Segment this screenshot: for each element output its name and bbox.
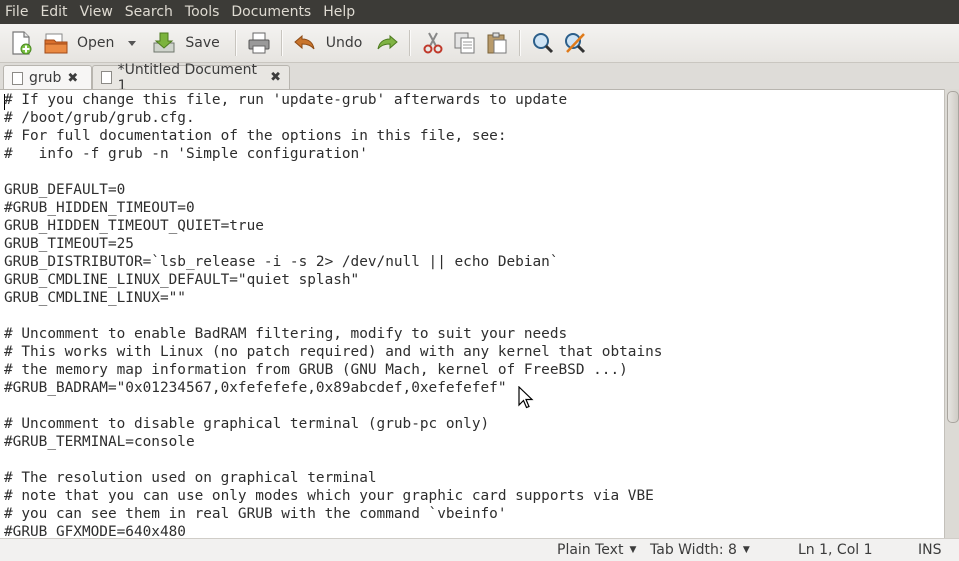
search-icon bbox=[533, 33, 554, 54]
editor-line: GRUB_CMDLINE_LINUX_DEFAULT="quiet splash… bbox=[4, 272, 360, 288]
menu-help[interactable]: Help bbox=[317, 0, 361, 24]
vertical-scrollbar[interactable] bbox=[944, 89, 959, 538]
editor-line: # you can see them in real GRUB with the… bbox=[4, 506, 507, 522]
scissors-icon bbox=[423, 32, 443, 54]
editor-line: # For full documentation of the options … bbox=[4, 128, 507, 144]
editor-line: # info -f grub -n 'Simple configuration' bbox=[4, 146, 368, 162]
tab-untitled-document-1[interactable]: *Untitled Document 1 ✖ bbox=[92, 62, 290, 94]
insert-mode-label: INS bbox=[918, 542, 942, 558]
close-icon[interactable]: ✖ bbox=[67, 71, 78, 86]
toolbar-separator bbox=[234, 30, 237, 56]
copy-icon bbox=[454, 32, 475, 54]
editor-line: GRUB_DISTRIBUTOR=`lsb_release -i -s 2> /… bbox=[4, 254, 559, 270]
document-icon bbox=[101, 71, 112, 84]
search-replace-button[interactable] bbox=[559, 27, 591, 59]
tab-width-selector[interactable]: Tab Width: 8 ▼ bbox=[650, 539, 750, 561]
new-document-icon bbox=[12, 31, 32, 55]
toolbar-separator bbox=[519, 30, 522, 56]
toolbar: Open Save Undo bbox=[0, 24, 959, 63]
editor-line: # The resolution used on graphical termi… bbox=[4, 470, 377, 486]
menu-edit[interactable]: Edit bbox=[34, 0, 73, 24]
document-tabs: grub ✖ *Untitled Document 1 ✖ bbox=[0, 62, 959, 94]
copy-button[interactable] bbox=[449, 27, 481, 59]
language-label: Plain Text bbox=[557, 542, 624, 558]
close-icon[interactable]: ✖ bbox=[270, 70, 281, 85]
open-button[interactable]: Open bbox=[40, 27, 117, 59]
editor-line: # This works with Linux (no patch requir… bbox=[4, 344, 663, 360]
document-icon bbox=[12, 71, 23, 85]
cursor-position: Ln 1, Col 1 bbox=[798, 539, 873, 561]
editor-line: #GRUB_HIDDEN_TIMEOUT=0 bbox=[4, 200, 195, 216]
editor-line: #GRUB_BADRAM="0x01234567,0xfefefefe,0x89… bbox=[4, 380, 507, 396]
editor-line: # Uncomment to disable graphical termina… bbox=[4, 416, 490, 432]
insert-mode: INS bbox=[918, 539, 942, 561]
tab-label: grub bbox=[29, 70, 62, 86]
save-button[interactable]: Save bbox=[148, 27, 222, 59]
menu-tools[interactable]: Tools bbox=[179, 0, 226, 24]
recent-files-dropdown[interactable] bbox=[117, 27, 140, 59]
editor-line: #GRUB_TERMINAL=console bbox=[4, 434, 195, 450]
search-button[interactable] bbox=[527, 27, 559, 59]
editor-line: # note that you can use only modes which… bbox=[4, 488, 654, 504]
save-icon bbox=[153, 32, 175, 53]
redo-icon bbox=[377, 34, 399, 50]
editor-line: #GRUB_GFXMODE=640x480 bbox=[4, 524, 186, 539]
toolbar-separator bbox=[409, 30, 412, 56]
cursor-position-label: Ln 1, Col 1 bbox=[798, 542, 873, 558]
printer-icon bbox=[248, 32, 270, 54]
open-label: Open bbox=[77, 35, 115, 51]
menu-view[interactable]: View bbox=[74, 0, 119, 24]
editor-line: # the memory map information from GRUB (… bbox=[4, 362, 628, 378]
save-label: Save bbox=[185, 35, 220, 51]
editor-line: # /boot/grub/grub.cfg. bbox=[4, 110, 195, 126]
chevron-down-icon bbox=[128, 41, 137, 46]
menu-documents[interactable]: Documents bbox=[225, 0, 317, 24]
editor-line: # Uncomment to enable BadRAM filtering, … bbox=[4, 326, 568, 342]
mouse-pointer-icon bbox=[518, 386, 534, 409]
editor-line: GRUB_CMDLINE_LINUX="" bbox=[4, 290, 186, 306]
editor-line: GRUB_DEFAULT=0 bbox=[4, 182, 126, 198]
redo-button[interactable] bbox=[371, 27, 403, 59]
paste-button[interactable] bbox=[481, 27, 513, 59]
text-editor[interactable]: # If you change this file, run 'update-g… bbox=[0, 89, 944, 539]
search-replace-icon bbox=[565, 33, 586, 54]
status-bar: Plain Text ▼ Tab Width: 8 ▼ Ln 1, Col 1 … bbox=[0, 538, 959, 561]
tab-width-label: Tab Width: 8 bbox=[650, 542, 737, 558]
editor-line: # If you change this file, run 'update-g… bbox=[4, 92, 568, 108]
undo-label: Undo bbox=[325, 35, 363, 51]
chevron-down-icon: ▼ bbox=[742, 545, 750, 555]
print-button[interactable] bbox=[243, 27, 275, 59]
open-folder-icon bbox=[44, 33, 68, 54]
undo-button[interactable]: Undo bbox=[289, 27, 366, 59]
menu-file[interactable]: File bbox=[0, 0, 34, 24]
editor-line: GRUB_TIMEOUT=25 bbox=[4, 236, 134, 252]
language-selector[interactable]: Plain Text ▼ bbox=[557, 539, 636, 561]
paste-icon bbox=[487, 32, 507, 54]
menu-bar: File Edit View Search Tools Documents He… bbox=[0, 0, 959, 24]
new-document-button[interactable] bbox=[6, 27, 36, 59]
menu-search[interactable]: Search bbox=[119, 0, 179, 24]
chevron-down-icon: ▼ bbox=[629, 545, 637, 555]
cut-button[interactable] bbox=[417, 27, 449, 59]
editor-line: GRUB_HIDDEN_TIMEOUT_QUIET=true bbox=[4, 218, 264, 234]
undo-icon bbox=[294, 34, 315, 50]
tab-grub[interactable]: grub ✖ bbox=[3, 65, 92, 90]
toolbar-separator bbox=[280, 30, 283, 56]
scrollbar-thumb[interactable] bbox=[947, 91, 959, 423]
